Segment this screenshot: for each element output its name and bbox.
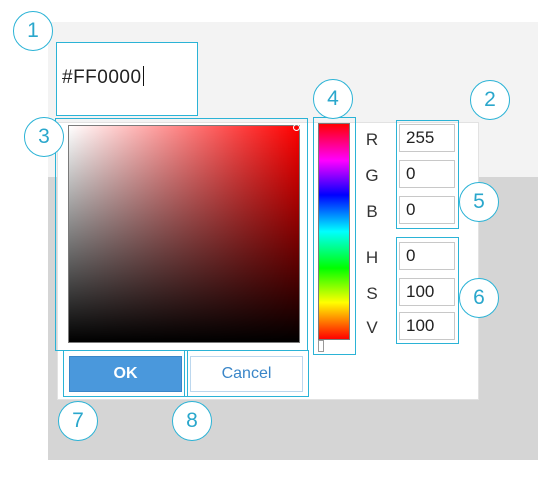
b-label: B [366, 202, 378, 221]
r-input[interactable]: 255 [399, 124, 455, 152]
callout-8: 8 [172, 401, 212, 441]
callout-6: 6 [459, 278, 499, 318]
h-label: H [365, 248, 379, 267]
hex-value: FF0000 [73, 67, 142, 88]
callout-7: 7 [58, 401, 98, 441]
hue-slider[interactable] [318, 123, 350, 340]
callout-2: 2 [470, 80, 510, 120]
ok-button[interactable]: OK [69, 356, 182, 392]
callout-4: 4 [313, 79, 353, 119]
saturation-value-cursor[interactable] [293, 124, 300, 131]
r-label: R [365, 130, 379, 149]
s-label: S [366, 284, 378, 303]
callout-1: 1 [13, 11, 53, 51]
text-caret [142, 66, 144, 86]
callout-3: 3 [24, 117, 64, 157]
v-label: V [366, 318, 378, 337]
v-input[interactable]: 100 [399, 312, 455, 340]
b-input[interactable]: 0 [399, 196, 455, 224]
hex-input[interactable]: #FF0000 [62, 66, 144, 89]
hue-slider-handle[interactable] [318, 340, 324, 352]
callout-5: 5 [459, 182, 499, 222]
h-input[interactable]: 0 [399, 242, 455, 270]
g-input[interactable]: 0 [399, 160, 455, 188]
saturation-value-area[interactable] [68, 125, 300, 343]
cancel-button[interactable]: Cancel [190, 356, 303, 392]
g-label: G [365, 166, 379, 185]
s-input[interactable]: 100 [399, 278, 455, 306]
hex-prefix: # [62, 67, 74, 88]
